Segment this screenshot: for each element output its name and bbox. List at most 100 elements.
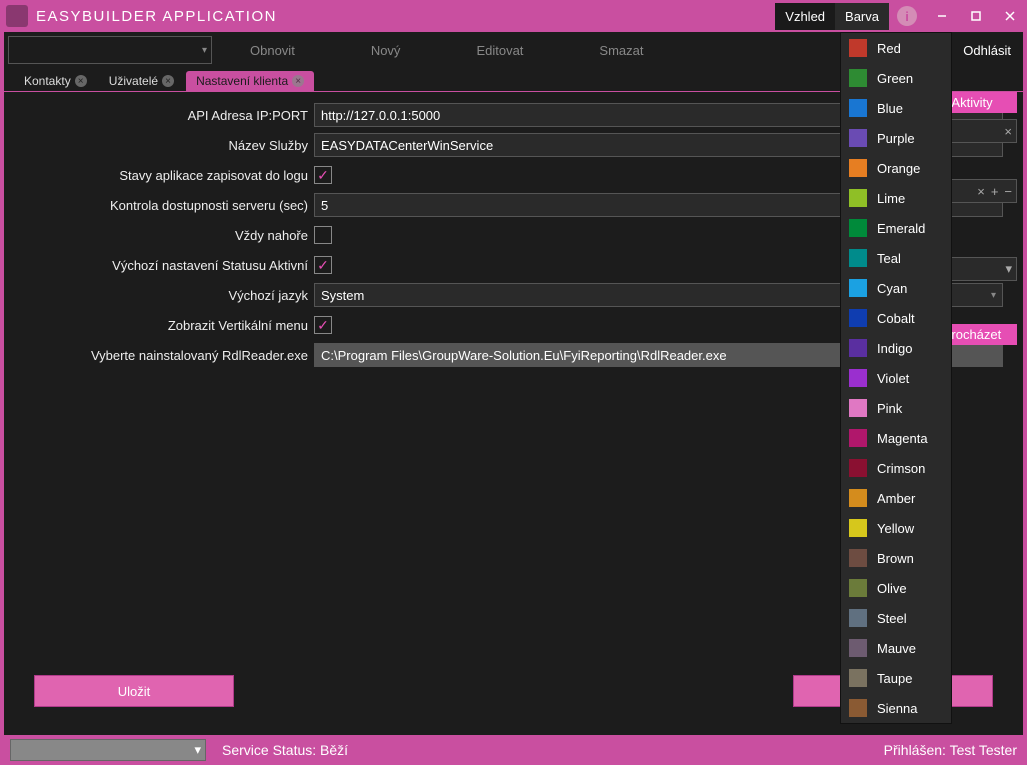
- color-item-cobalt[interactable]: Cobalt: [841, 303, 951, 333]
- color-item-crimson[interactable]: Crimson: [841, 453, 951, 483]
- color-name: Emerald: [877, 221, 925, 236]
- color-item-green[interactable]: Green: [841, 63, 951, 93]
- color-swatch-icon: [849, 489, 867, 507]
- color-name: Pink: [877, 401, 902, 416]
- color-name: Orange: [877, 161, 920, 176]
- plus-icon[interactable]: +: [991, 184, 999, 199]
- tab-kontakty[interactable]: Kontakty ×: [14, 71, 97, 91]
- menu-vzhled[interactable]: Vzhled: [775, 3, 835, 30]
- color-name: Crimson: [877, 461, 925, 476]
- color-swatch-icon: [849, 369, 867, 387]
- color-name: Cyan: [877, 281, 907, 296]
- color-swatch-icon: [849, 189, 867, 207]
- rdl-label: Vyberte nainstalovaný RdlReader.exe: [24, 348, 314, 363]
- color-swatch-icon: [849, 99, 867, 117]
- ontop-checkbox[interactable]: [314, 226, 332, 244]
- color-item-emerald[interactable]: Emerald: [841, 213, 951, 243]
- edit-button[interactable]: Editovat: [438, 32, 561, 68]
- color-item-purple[interactable]: Purple: [841, 123, 951, 153]
- color-swatch-icon: [849, 699, 867, 717]
- color-swatch-icon: [849, 339, 867, 357]
- tab-label: Nastavení klienta: [196, 74, 288, 88]
- color-name: Teal: [877, 251, 901, 266]
- save-button[interactable]: Uložit: [34, 675, 234, 707]
- color-item-steel[interactable]: Steel: [841, 603, 951, 633]
- tab-label: Kontakty: [24, 74, 71, 88]
- tab-uzivatele[interactable]: Uživatelé ×: [99, 71, 184, 91]
- color-item-magenta[interactable]: Magenta: [841, 423, 951, 453]
- logout-button[interactable]: Odhlásit: [951, 39, 1023, 62]
- color-item-pink[interactable]: Pink: [841, 393, 951, 423]
- color-name: Brown: [877, 551, 914, 566]
- tab-nastaveni-klienta[interactable]: Nastavení klienta ×: [186, 71, 314, 91]
- color-name: Lime: [877, 191, 905, 206]
- close-icon[interactable]: ×: [977, 184, 985, 199]
- app-title: EASYBUILDER APPLICATION: [36, 8, 277, 25]
- color-swatch-icon: [849, 609, 867, 627]
- color-item-cyan[interactable]: Cyan: [841, 273, 951, 303]
- defstatus-label: Výchozí nastavení Statusu Aktivní: [24, 258, 314, 273]
- menu-barva[interactable]: Barva: [835, 3, 889, 30]
- color-name: Sienna: [877, 701, 917, 716]
- color-name: Magenta: [877, 431, 928, 446]
- refresh-button[interactable]: Obnovit: [212, 32, 333, 68]
- close-icon[interactable]: ×: [1004, 124, 1012, 139]
- close-icon[interactable]: ×: [292, 75, 304, 87]
- defstatus-checkbox[interactable]: ✓: [314, 256, 332, 274]
- info-icon[interactable]: i: [897, 6, 917, 26]
- vmenu-checkbox[interactable]: ✓: [314, 316, 332, 334]
- close-icon[interactable]: ×: [162, 75, 174, 87]
- color-name: Purple: [877, 131, 915, 146]
- color-item-indigo[interactable]: Indigo: [841, 333, 951, 363]
- color-item-brown[interactable]: Brown: [841, 543, 951, 573]
- minimize-button[interactable]: [925, 2, 959, 30]
- color-item-lime[interactable]: Lime: [841, 183, 951, 213]
- color-name: Yellow: [877, 521, 914, 536]
- chevron-down-icon: ▾: [202, 45, 207, 56]
- service-status: Service Status: Běží: [222, 742, 348, 758]
- color-swatch-icon: [849, 579, 867, 597]
- color-swatch-icon: [849, 399, 867, 417]
- tab-label: Uživatelé: [109, 74, 158, 88]
- api-label: API Adresa IP:PORT: [24, 108, 314, 123]
- color-item-red[interactable]: Red: [841, 33, 951, 63]
- color-swatch-icon: [849, 639, 867, 657]
- color-swatch-icon: [849, 459, 867, 477]
- color-item-olive[interactable]: Olive: [841, 573, 951, 603]
- delete-button[interactable]: Smazat: [561, 32, 681, 68]
- color-name: Violet: [877, 371, 909, 386]
- status-combo[interactable]: ▾: [10, 739, 206, 761]
- minus-icon[interactable]: −: [1004, 184, 1012, 199]
- titlebar: EASYBUILDER APPLICATION Vzhled Barva i: [0, 0, 1027, 32]
- maximize-button[interactable]: [959, 2, 993, 30]
- color-swatch-icon: [849, 159, 867, 177]
- color-name: Taupe: [877, 671, 912, 686]
- color-item-mauve[interactable]: Mauve: [841, 633, 951, 663]
- color-name: Olive: [877, 581, 907, 596]
- color-name: Amber: [877, 491, 915, 506]
- color-name: Mauve: [877, 641, 916, 656]
- vmenu-label: Zobrazit Vertikální menu: [24, 318, 314, 333]
- color-item-amber[interactable]: Amber: [841, 483, 951, 513]
- toolbar-combo[interactable]: ▾: [8, 36, 212, 64]
- color-item-violet[interactable]: Violet: [841, 363, 951, 393]
- login-status: Přihlášen: Test Tester: [884, 742, 1017, 758]
- color-item-teal[interactable]: Teal: [841, 243, 951, 273]
- close-icon[interactable]: ×: [75, 75, 87, 87]
- close-button[interactable]: [993, 2, 1027, 30]
- color-item-yellow[interactable]: Yellow: [841, 513, 951, 543]
- app-logo-icon: [6, 5, 28, 27]
- log-checkbox[interactable]: ✓: [314, 166, 332, 184]
- color-swatch-icon: [849, 309, 867, 327]
- color-item-blue[interactable]: Blue: [841, 93, 951, 123]
- color-item-orange[interactable]: Orange: [841, 153, 951, 183]
- color-swatch-icon: [849, 279, 867, 297]
- color-swatch-icon: [849, 549, 867, 567]
- color-item-sienna[interactable]: Sienna: [841, 693, 951, 723]
- chevron-down-icon: ▾: [1005, 261, 1012, 277]
- color-name: Red: [877, 41, 901, 56]
- color-item-taupe[interactable]: Taupe: [841, 663, 951, 693]
- ontop-label: Vždy nahoře: [24, 228, 314, 243]
- service-label: Název Služby: [24, 138, 314, 153]
- new-button[interactable]: Nový: [333, 32, 439, 68]
